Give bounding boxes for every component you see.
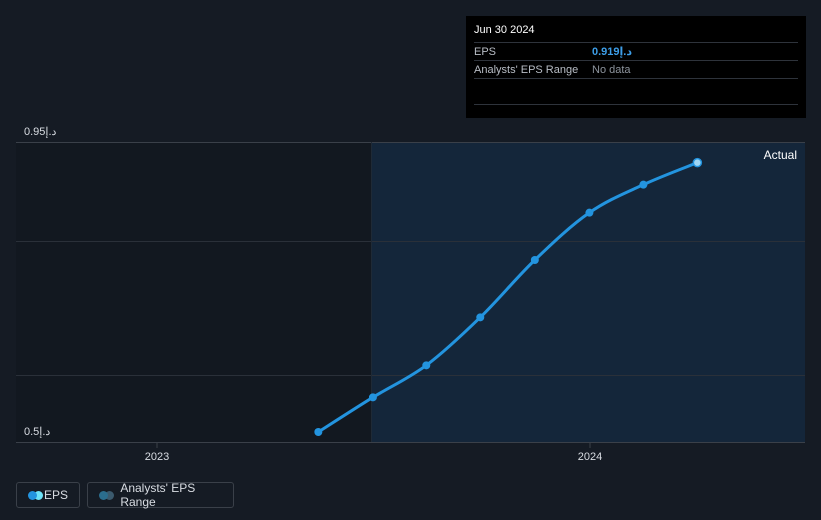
actual-annotation: Actual <box>764 148 797 162</box>
legend-eps-button[interactable]: EPS <box>16 482 80 508</box>
past-region <box>16 142 371 442</box>
tooltip-eps-value: 0.919د.إ <box>592 46 633 58</box>
eps-point <box>530 256 539 264</box>
legend-range-button[interactable]: Analysts' EPS Range <box>87 481 234 509</box>
tooltip-range-label: Analysts' EPS Range <box>474 63 579 76</box>
tooltip-panel: Jun 30 2024 EPS 0.919د.إ Analysts' EPS R… <box>466 16 806 118</box>
y-tick-label-bottom: 0.5د.إ <box>24 426 50 438</box>
x-tick-label-1: 2024 <box>578 451 602 463</box>
y-tick-label-top: 0.95د.إ <box>24 126 57 138</box>
eps-point <box>639 180 648 189</box>
range-legend-icon <box>99 490 114 500</box>
eps-legend-icon <box>28 490 43 500</box>
tooltip-row-eps: EPS 0.919د.إ <box>474 42 798 60</box>
eps-point <box>585 208 594 217</box>
legend-eps-label: EPS <box>43 488 68 502</box>
tooltip-spacer <box>474 79 798 105</box>
x-axis-ticks: 2023 2024 <box>145 442 602 463</box>
tooltip-row-range: Analysts' EPS Range No data <box>474 60 798 79</box>
x-tick-label-0: 2023 <box>145 451 169 463</box>
eps-point <box>476 313 485 322</box>
tooltip-eps-label: EPS <box>474 45 497 58</box>
tooltip-date: Jun 30 2024 <box>474 24 535 36</box>
eps-point <box>314 428 323 436</box>
tooltip-range-value: No data <box>592 63 631 76</box>
eps-point <box>422 361 431 370</box>
legend-range-label: Analysts' EPS Range <box>120 481 196 509</box>
eps-point-latest <box>692 157 703 168</box>
eps-point <box>368 393 377 402</box>
forecast-region <box>371 142 805 442</box>
